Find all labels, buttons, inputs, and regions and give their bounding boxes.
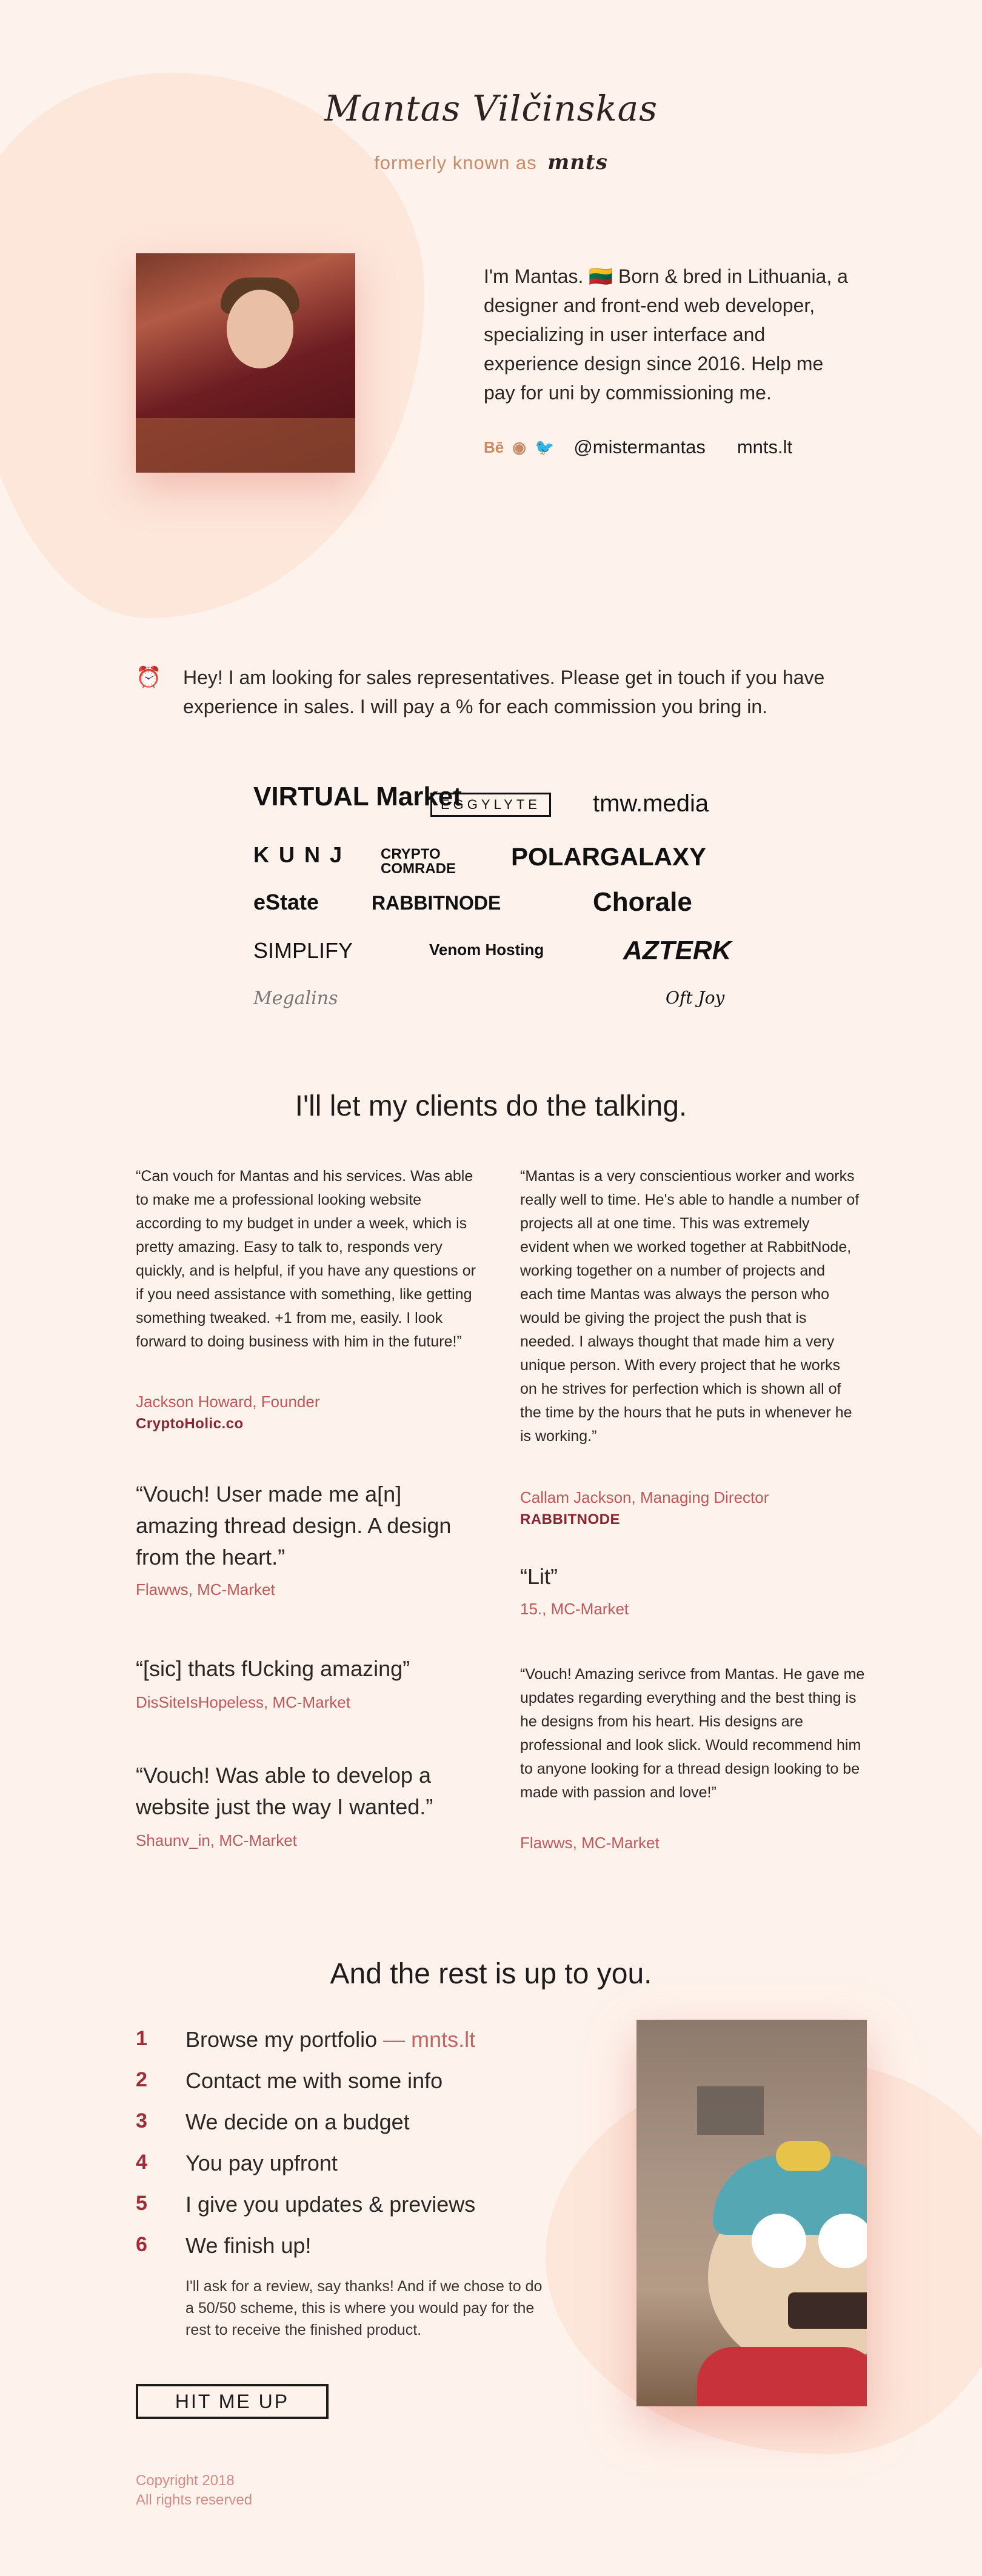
logo-simplify: SIMPLIFY: [253, 938, 353, 963]
testimonial-quote: “Lit”: [520, 1564, 558, 1589]
copyright-text: Copyright 2018: [136, 2472, 235, 2489]
step-item: 3 We decide on a budget: [136, 2109, 410, 2135]
website-link[interactable]: mnts.lt: [737, 436, 792, 458]
testimonial-quote: “Vouch! Was able to develop a website ju…: [136, 1763, 433, 1819]
step-number: 5: [136, 2192, 147, 2215]
behance-icon[interactable]: Bē: [484, 438, 504, 457]
testimonials-title: I'll let my clients do the talking.: [295, 1090, 687, 1122]
logo-crypto-comrade: CRYPTO COMRADE: [381, 846, 456, 877]
testimonial-quote: “Vouch! Amazing serivce from Mantas. He …: [520, 1666, 865, 1801]
testimonial-author: 15., MC-Market: [520, 1600, 629, 1618]
portfolio-link[interactable]: mnts.lt: [411, 2027, 475, 2052]
logo-rabbitnode: RABBITNODE: [372, 892, 501, 914]
logo-kunj: KUNJ: [253, 842, 352, 867]
step-item: 5 I give you updates & previews: [136, 2192, 475, 2217]
process-title: And the rest is up to you.: [330, 1958, 652, 1990]
testimonial-quote: “Mantas is a very conscientious worker a…: [520, 1168, 860, 1445]
hit-me-up-button[interactable]: HIT ME UP: [136, 2384, 329, 2419]
alarm-clock-icon: ⏰: [136, 666, 162, 689]
step-number: 1: [136, 2027, 147, 2050]
step-note: I'll ask for a review, say thanks! And i…: [185, 2278, 543, 2338]
social-links: Bē ◉ 🐦 @mistermantas mnts.lt: [484, 436, 792, 458]
bio-text: I'm Mantas. 🇱🇹 Born & bred in Lithuania,…: [484, 265, 848, 404]
step-text: Contact me with some info: [185, 2068, 443, 2093]
hero-name: Mantas Vilčinskas: [324, 88, 658, 129]
step-number: 2: [136, 2068, 147, 2091]
logo-chorale: Chorale: [593, 887, 692, 917]
step-link-dash: —: [383, 2027, 406, 2052]
cartman-photo: [636, 2020, 867, 2406]
step-item: 2 Contact me with some info: [136, 2068, 443, 2094]
testimonial-author: Flawws, MC-Market: [520, 1834, 660, 1852]
step-text: You pay upfront: [185, 2151, 338, 2175]
logo-polargalaxy: POLARGALAXY: [511, 842, 707, 871]
logo-oft-joy: Oft Joy: [666, 988, 725, 1008]
step-text: I give you updates & previews: [185, 2192, 476, 2217]
step-number: 3: [136, 2109, 147, 2132]
rights-text: All rights reserved: [136, 2492, 253, 2508]
logo-venom-hosting: Venom Hosting: [429, 940, 544, 959]
testimonial-quote: “Can vouch for Mantas and his services. …: [136, 1168, 476, 1350]
testimonial-author: Callam Jackson, Managing Director: [520, 1488, 769, 1506]
nickname-logo: mnts: [547, 150, 608, 175]
step-item: 4 You pay upfront: [136, 2151, 338, 2176]
step-text: We finish up!: [185, 2233, 312, 2258]
profile-photo: [136, 253, 355, 473]
notice-text: Hey! I am looking for sales representati…: [183, 667, 825, 717]
step-item: 6 We finish up!: [136, 2233, 311, 2258]
hero-subtitle: formerly known as mnts: [0, 150, 982, 175]
sales-notice: ⏰ Hey! I am looking for sales representa…: [136, 663, 863, 721]
testimonial-author: Shaunv_in, MC-Market: [136, 1831, 297, 1849]
testimonial-company: RABBITNODE: [520, 1511, 620, 1528]
logo-eggylyte: EGGYLYTE: [430, 793, 551, 817]
logo-megalins: Megalins: [253, 988, 338, 1009]
testimonial-quote: “[sic] thats fUcking amazing”: [136, 1656, 410, 1681]
social-handle[interactable]: @mistermantas: [573, 436, 706, 458]
step-number: 4: [136, 2151, 147, 2174]
testimonial-author: Flawws, MC-Market: [136, 1580, 275, 1599]
footer: Copyright 2018 All rights reserved: [136, 2471, 252, 2510]
testimonial-quote: “Vouch! User made me a[n] amazing thread…: [136, 1482, 452, 1569]
testimonial-author: Jackson Howard, Founder: [136, 1393, 320, 1411]
step-number: 6: [136, 2233, 147, 2256]
testimonial-author: DisSiteIsHopeless, MC-Market: [136, 1693, 350, 1711]
formerly-label: formerly known as: [374, 152, 537, 173]
twitter-icon[interactable]: 🐦: [535, 438, 554, 457]
logo-azterk: AZTERK: [623, 936, 732, 965]
step-text: Browse my portfolio: [185, 2027, 378, 2052]
github-icon[interactable]: ◉: [512, 438, 526, 457]
step-item: 1 Browse my portfolio — mnts.lt: [136, 2027, 475, 2052]
logo-estate: eState: [253, 890, 319, 914]
testimonial-company: CryptoHolic.co: [136, 1416, 244, 1432]
logo-tmw-media: tmw.media: [593, 790, 709, 817]
step-text: We decide on a budget: [185, 2109, 410, 2134]
